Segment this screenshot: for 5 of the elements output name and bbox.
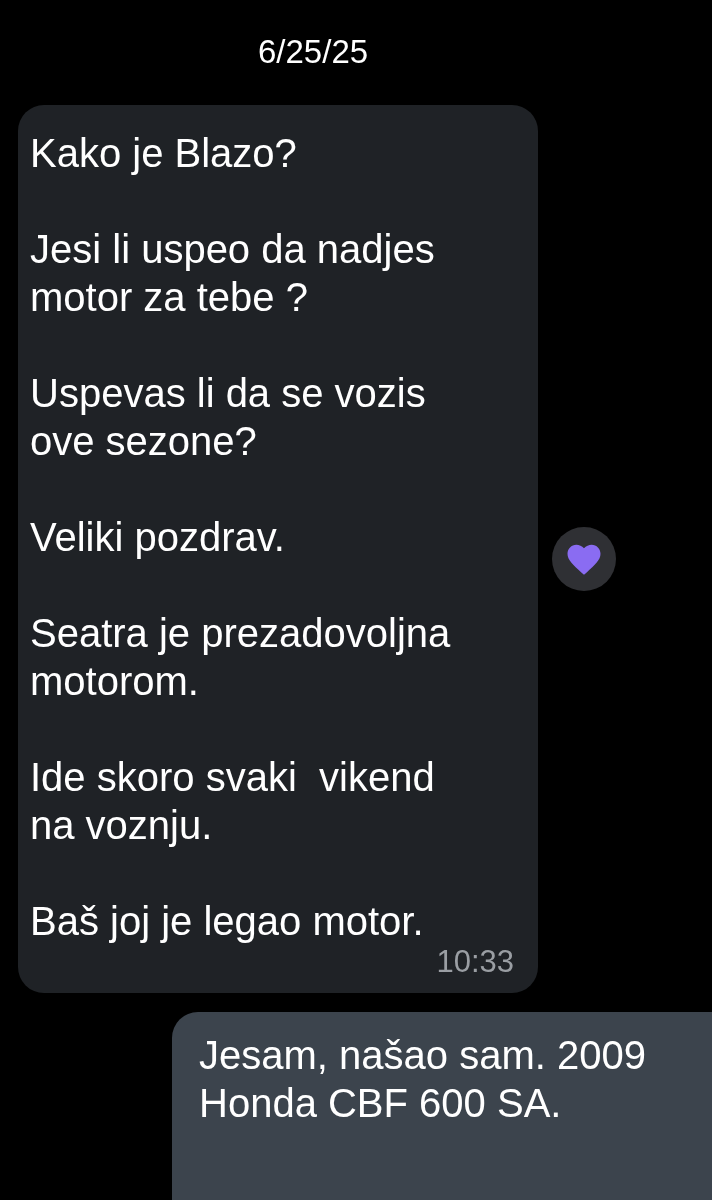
heart-icon bbox=[566, 543, 602, 575]
message-text: Jesam, našao sam. 2009 Honda CBF 600 SA. bbox=[199, 1032, 647, 1127]
date-label: 6/25/25 bbox=[258, 34, 369, 70]
message-text: Kako je Blazo? Jesi li uspeo da nadjes motor za tebe ? Uspevas li da se vozis ove sezone? Veliki pozdrav. Seatra je prezadovoljna motorom. Ide skoro svaki vikend na voznju. Baš joj je legao motor. bbox=[30, 130, 452, 945]
message-time: 10:33 bbox=[436, 945, 514, 979]
